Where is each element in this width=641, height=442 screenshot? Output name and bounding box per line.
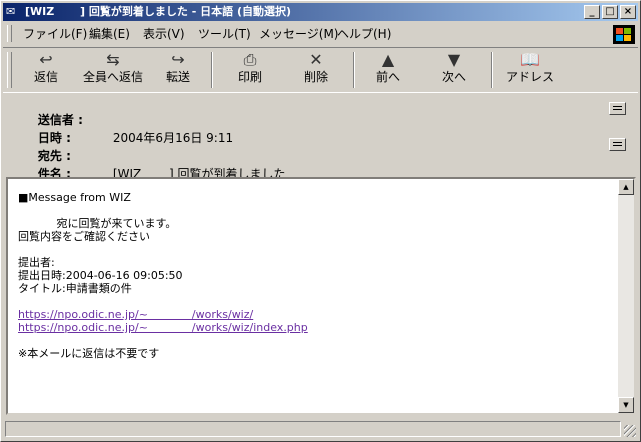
- toolbar: ↩ 返信 ⇆ 全員へ返信 ↪ 転送 ⎙ 印刷 ✕ 削除 ▲ 前へ ▼ 次へ 📖 …: [3, 47, 638, 93]
- message-line: 提出日時:2004-06-16 09:05:50: [18, 269, 183, 282]
- works-index-link[interactable]: https://npo.odic.ne.jp/~ /works/wiz/inde…: [18, 321, 308, 334]
- menu-file[interactable]: ファイル(F): [23, 27, 87, 41]
- print-icon: ⎙: [243, 50, 257, 69]
- delete-label: 削除: [303, 70, 328, 84]
- maximize-button[interactable]: □: [602, 5, 618, 19]
- reply-button[interactable]: ↩ 返信: [21, 50, 71, 90]
- expand-to-button[interactable]: [609, 138, 626, 151]
- toolbar-grip[interactable]: [7, 52, 12, 88]
- print-label: 印刷: [237, 70, 262, 84]
- message-headers: 送信者 : 日時 :2004年6月16日 9:11 宛先 : 件名 : [WIZ …: [3, 95, 638, 181]
- previous-label: 前へ: [375, 70, 400, 84]
- message-body[interactable]: ■Message from WIZ 宛に回覧が来ています。 回覧内容をご確認くだ…: [6, 177, 636, 415]
- scroll-down-button[interactable]: ▼: [618, 397, 634, 413]
- address-book-icon: 📖: [520, 50, 540, 69]
- close-button[interactable]: ×: [620, 5, 636, 19]
- menu-help[interactable]: ヘルプ(H): [337, 27, 391, 41]
- date-value: 2004年6月16日 9:11: [112, 131, 234, 145]
- works-link[interactable]: https://npo.odic.ne.jp/~ /works/wiz/: [18, 308, 253, 321]
- toolbar-separator: [353, 52, 355, 88]
- delete-button[interactable]: ✕ 削除: [291, 50, 341, 90]
- title-bar[interactable]: ✉ [WIZ ] 回覧が到着しました - 日本語 (自動選択) _ □ ×: [3, 3, 638, 21]
- address-book-button[interactable]: 📖 アドレス: [499, 50, 561, 90]
- delete-icon: ✕: [309, 50, 323, 69]
- resize-grip-icon[interactable]: [624, 425, 636, 437]
- forward-icon: ↪: [171, 50, 185, 69]
- status-field: [5, 421, 621, 437]
- windows-logo-icon: [613, 25, 635, 44]
- previous-button[interactable]: ▲ 前へ: [363, 50, 413, 90]
- menu-edit[interactable]: 編集(E): [89, 27, 130, 41]
- next-icon: ▼: [447, 50, 461, 69]
- reply-all-label: 全員へ返信: [82, 70, 143, 84]
- reply-all-button[interactable]: ⇆ 全員へ返信: [79, 50, 147, 90]
- envelope-icon: ✉: [6, 5, 16, 18]
- message-line: 宛に回覧が来ています。: [18, 217, 177, 230]
- previous-icon: ▲: [381, 50, 395, 69]
- next-label: 次へ: [441, 70, 466, 84]
- message-line: ■Message from WIZ: [18, 191, 131, 204]
- message-text[interactable]: ■Message from WIZ 宛に回覧が来ています。 回覧内容をご確認くだ…: [18, 191, 308, 360]
- email-window: ✉ [WIZ ] 回覧が到着しました - 日本語 (自動選択) _ □ × ファ…: [0, 0, 641, 442]
- menu-message[interactable]: メッセージ(M): [259, 27, 338, 41]
- message-line: ※本メールに返信は不要です: [18, 347, 160, 360]
- menu-view[interactable]: 表示(V): [143, 27, 185, 41]
- menu-grip[interactable]: [7, 25, 12, 42]
- forward-button[interactable]: ↪ 転送: [153, 50, 203, 90]
- reply-all-icon: ⇆: [106, 50, 120, 69]
- message-line: 回覧内容をご確認ください: [18, 230, 150, 243]
- reply-icon: ↩: [39, 50, 53, 69]
- message-line: タイトル:申請書類の件: [18, 282, 132, 295]
- forward-label: 転送: [165, 70, 190, 84]
- reply-label: 返信: [33, 70, 58, 84]
- next-button[interactable]: ▼ 次へ: [429, 50, 479, 90]
- window-title: [WIZ ] 回覧が到着しました - 日本語 (自動選択): [25, 5, 292, 18]
- address-book-label: アドレス: [505, 70, 554, 84]
- print-button[interactable]: ⎙ 印刷: [225, 50, 275, 90]
- menu-bar: ファイル(F) 編集(E) 表示(V) ツール(T) メッセージ(M) ヘルプ(…: [3, 23, 638, 45]
- message-line: 提出者:: [18, 256, 55, 269]
- menu-tools[interactable]: ツール(T): [198, 27, 251, 41]
- status-bar: [3, 419, 638, 439]
- toolbar-separator: [491, 52, 493, 88]
- minimize-button[interactable]: _: [584, 5, 600, 19]
- toolbar-separator: [211, 52, 213, 88]
- scroll-up-button[interactable]: ▲: [618, 179, 634, 195]
- vertical-scrollbar[interactable]: ▲ ▼: [618, 179, 634, 413]
- expand-from-button[interactable]: [609, 102, 626, 115]
